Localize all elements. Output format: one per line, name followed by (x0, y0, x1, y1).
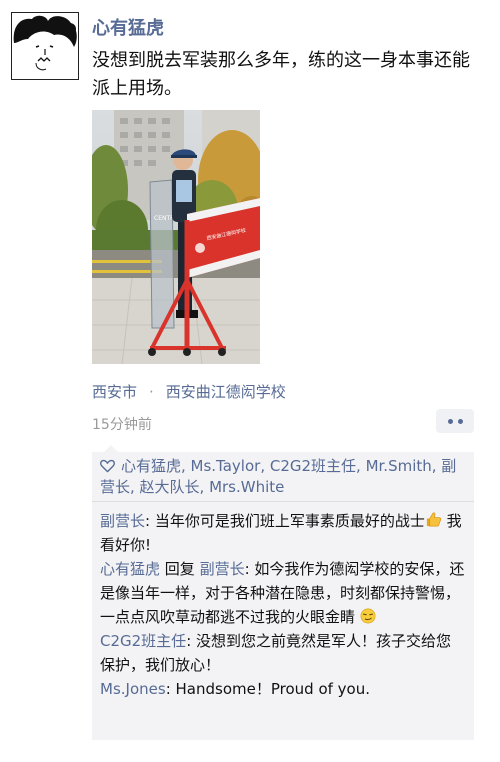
comment-author[interactable]: Ms.Jones (100, 680, 166, 698)
comment-text: Handsome！Proud of you. (175, 680, 370, 698)
comment-separator: : (165, 680, 176, 698)
comment-box: 心有猛虎, Ms.Taylor, C2G2班主任, Mr.Smith, 副营长,… (92, 445, 474, 740)
post-text: 没想到脱去军装那么多年，练的这一身本事还能派上用场。 (92, 50, 470, 99)
location-place: 西安曲江德闳学校 (165, 383, 286, 401)
post-location[interactable]: 西安市 · 西安曲江德闳学校 (92, 381, 286, 402)
post-photo[interactable]: CENTRAL BAO 西安曲江德闳学校 (92, 110, 260, 364)
thumbs-up-emoji (426, 512, 441, 527)
post-author-name[interactable]: 心有猛虎 (92, 14, 164, 40)
comment-separator: : (145, 512, 155, 530)
comment-text: 当年你可是我们班上军事素质最好的战士 (154, 512, 425, 530)
comment-author[interactable]: 心有猛虎 (100, 560, 160, 578)
reply-label: 回复 (160, 560, 200, 578)
comment-item[interactable]: 心有猛虎 回复 副营长: 如今我作为德闳学校的安保，还是像当年一样，对于各种潜在… (100, 557, 466, 629)
heart-outline-icon (100, 459, 115, 473)
comment-reply-to[interactable]: 副营长 (200, 560, 245, 578)
avatar[interactable] (11, 12, 79, 80)
comment-separator: : (244, 560, 255, 578)
likes-divider (92, 501, 474, 502)
comment-author[interactable]: C2G2班主任 (100, 632, 186, 650)
comment-separator: : (186, 632, 197, 650)
avatar-cartoon-face (12, 13, 78, 79)
location-city: 西安市 (92, 383, 138, 401)
comment-item[interactable]: 副营长: 当年你可是我们班上军事素质最好的战士 我看好你! (100, 509, 466, 557)
comment-item[interactable]: C2G2班主任: 没想到您之前竟然是军人！孩子交给您保护，我们放心！ (100, 629, 466, 677)
smirk-emoji (360, 608, 376, 624)
location-separator: · (149, 383, 154, 401)
comments-list: 副营长: 当年你可是我们班上军事素质最好的战士 我看好你! 心有猛虎 回复 副营… (100, 509, 466, 701)
more-dots-icon[interactable] (436, 409, 474, 433)
comment-author[interactable]: 副营长 (100, 512, 145, 530)
photo-security-guard-with-barrier: CENTRAL BAO 西安曲江德闳学校 (92, 110, 260, 364)
post-timestamp: 15分钟前 (92, 417, 152, 433)
likes-names[interactable]: 心有猛虎, Ms.Taylor, C2G2班主任, Mr.Smith, 副营长,… (100, 457, 456, 496)
likes-list: 心有猛虎, Ms.Taylor, C2G2班主任, Mr.Smith, 副营长,… (100, 456, 470, 498)
comment-item[interactable]: Ms.Jones: Handsome！Proud of you. (100, 677, 466, 701)
